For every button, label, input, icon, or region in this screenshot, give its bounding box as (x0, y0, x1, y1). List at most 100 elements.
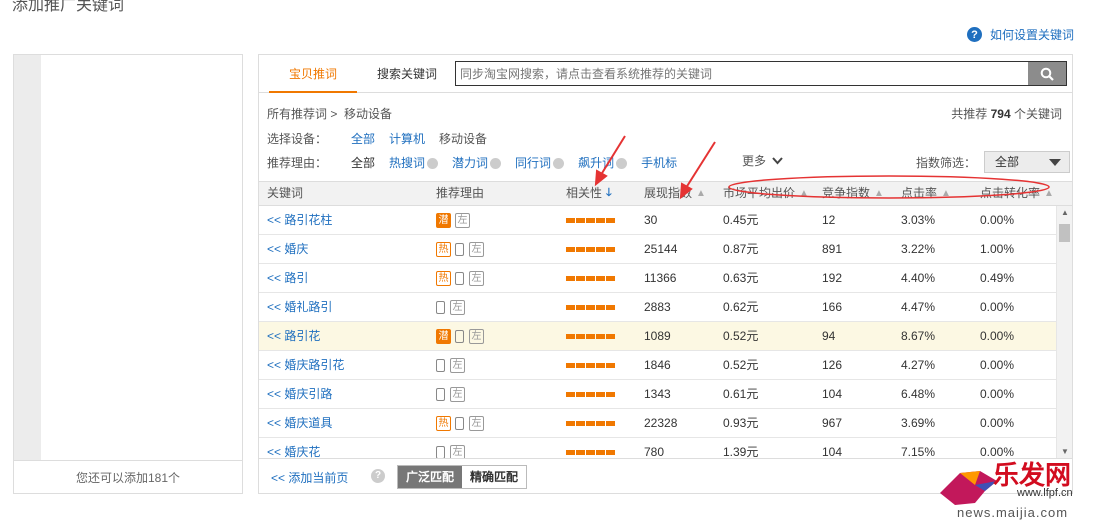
relevance-segment (586, 247, 595, 252)
tab-item-recommend[interactable]: 宝贝推词 (269, 55, 357, 93)
scroll-up-icon[interactable]: ▲ (1061, 208, 1069, 217)
add-current-page-button[interactable]: << 添加当前页 (271, 469, 348, 486)
reason-potential[interactable]: 潜力词 (452, 154, 502, 171)
scroll-thumb[interactable] (1059, 224, 1070, 242)
left-tag: 左 (450, 387, 465, 402)
mobile-icon (455, 329, 465, 344)
relevance-segment (606, 421, 615, 426)
reason-tags: 热左 (436, 264, 484, 293)
total-number: 794 (990, 107, 1011, 121)
keyword-link[interactable]: << 路引 (267, 264, 308, 293)
reason-filter: 推荐理由： 全部 热搜词 潜力词 同行词 飙升词 手机标 (267, 154, 677, 171)
sort-up-icon: ▲ (696, 188, 706, 199)
impression-value: 1846 (644, 358, 671, 372)
sort-down-icon: 🡓 (606, 187, 612, 199)
index-filter-select[interactable]: 全部 (984, 151, 1071, 173)
avg-price-value: 0.63元 (723, 271, 759, 285)
table-scrollbar[interactable]: ▲ ▼ (1056, 206, 1072, 458)
relevance-segment (606, 218, 615, 223)
table-row: << 路引花柱 潜左 30 0.45元 12 3.03% 0.00% (259, 206, 1056, 235)
table-row: << 婚庆热左 25144 0.87元 891 3.22% 1.00% (259, 235, 1056, 264)
sort-up-icon: ▲ (941, 188, 951, 199)
left-tag: 左 (455, 213, 470, 228)
potential-tag: 潜 (436, 213, 451, 228)
keyword-link[interactable]: << 路引花柱 (267, 206, 332, 235)
hot-tag: 热 (436, 416, 451, 431)
ctr-value: 4.27% (901, 358, 936, 372)
left-tag: 左 (450, 358, 465, 373)
relevance-segment (576, 450, 585, 455)
tab-search-keyword[interactable]: 搜索关键词 (367, 55, 447, 93)
keyword-link[interactable]: << 婚庆道具 (267, 409, 332, 438)
dropdown-arrow-icon (1049, 159, 1062, 166)
breadcrumb-root[interactable]: 所有推荐词 > (267, 107, 337, 121)
total-suffix: 个关键词 (1013, 107, 1062, 121)
impression-value: 25144 (644, 242, 678, 256)
reason-all[interactable]: 全部 (351, 154, 375, 171)
keyword-link[interactable]: << 婚庆路引花 (267, 351, 344, 380)
reason-tags: 左 (436, 293, 465, 322)
exact-match-button[interactable]: 精确匹配 (462, 466, 527, 488)
more-label: 更多 (742, 154, 767, 168)
relevance-segment (576, 276, 585, 281)
device-mobile[interactable]: 移动设备 (439, 130, 487, 147)
relevance-segment (596, 450, 605, 455)
impression-value: 2883 (644, 300, 671, 314)
mobile-icon (436, 358, 446, 373)
col-impression[interactable]: 展现指数 ▲ (644, 182, 706, 205)
keyword-link[interactable]: << 婚庆花 (267, 438, 320, 458)
hot-tag: 热 (436, 271, 451, 286)
relevance-segment (566, 421, 575, 426)
more-toggle[interactable]: 更多 (742, 152, 783, 169)
keyword-link[interactable]: << 路引花 (267, 322, 320, 351)
reason-tags: 热左 (436, 235, 484, 264)
relevance-segment (576, 218, 585, 223)
col-ctr[interactable]: 点击率 ▲ (901, 182, 951, 205)
total-count: 共推荐 794 个关键词 (951, 105, 1062, 122)
reason-tags: 左 (436, 351, 465, 380)
device-computer[interactable]: 计算机 (389, 130, 425, 147)
reason-mobile[interactable]: 手机标 (641, 154, 677, 171)
keyword-link[interactable]: << 婚庆 (267, 235, 308, 264)
avg-price-value: 0.52元 (723, 358, 759, 372)
relevance-segment (586, 363, 595, 368)
breadcrumb: 所有推荐词 > 移动设备 (267, 105, 392, 122)
device-all[interactable]: 全部 (351, 130, 375, 147)
impression-value: 11366 (644, 271, 677, 285)
left-tag: 左 (469, 271, 484, 286)
relevance-segment (606, 305, 615, 310)
relevance-segment (596, 276, 605, 281)
relevance-bar (566, 293, 615, 322)
keyword-link[interactable]: << 婚庆引路 (267, 380, 332, 409)
index-filter: 指数筛选： 全部 (916, 151, 1071, 173)
avg-price-value: 0.52元 (723, 329, 759, 343)
relevance-bar (566, 351, 615, 380)
remaining-count: 您还可以添加181个 (14, 460, 242, 493)
relevance-bar (566, 206, 615, 235)
help-label[interactable]: 如何设置关键词 (990, 26, 1074, 43)
keyword-link[interactable]: << 婚礼路引 (267, 293, 332, 322)
tab-bar: 宝贝推词 搜索关键词 (259, 55, 1072, 93)
col-cvr[interactable]: 点击转化率 ▲ (980, 182, 1054, 205)
avg-price-value: 1.39元 (723, 445, 759, 458)
relevance-segment (606, 247, 615, 252)
broad-match-button[interactable]: 广泛匹配 (398, 466, 463, 488)
impression-value: 1089 (644, 329, 671, 343)
question-icon[interactable]: ? (371, 469, 385, 483)
relevance-segment (596, 334, 605, 339)
relevance-segment (586, 392, 595, 397)
help-link[interactable]: ? 如何设置关键词 (966, 26, 1074, 43)
reason-peer[interactable]: 同行词 (515, 154, 565, 171)
col-relevance[interactable]: 相关性 🡓 (566, 182, 612, 205)
reason-tags: 潜左 (436, 322, 484, 351)
table-row: << 婚庆路引花 左 1846 0.52元 126 4.27% 0.00% (259, 351, 1056, 380)
search-button[interactable] (1028, 62, 1066, 85)
reason-rising[interactable]: 飙升词 (578, 154, 628, 171)
col-competition[interactable]: 竞争指数 ▲ (822, 182, 884, 205)
relevance-segment (566, 392, 575, 397)
sort-up-icon: ▲ (874, 188, 884, 199)
index-filter-value: 全部 (995, 155, 1020, 169)
search-input[interactable] (456, 62, 1028, 85)
col-avg-price[interactable]: 市场平均出价 ▲ (723, 182, 809, 205)
reason-hot[interactable]: 热搜词 (389, 154, 439, 171)
